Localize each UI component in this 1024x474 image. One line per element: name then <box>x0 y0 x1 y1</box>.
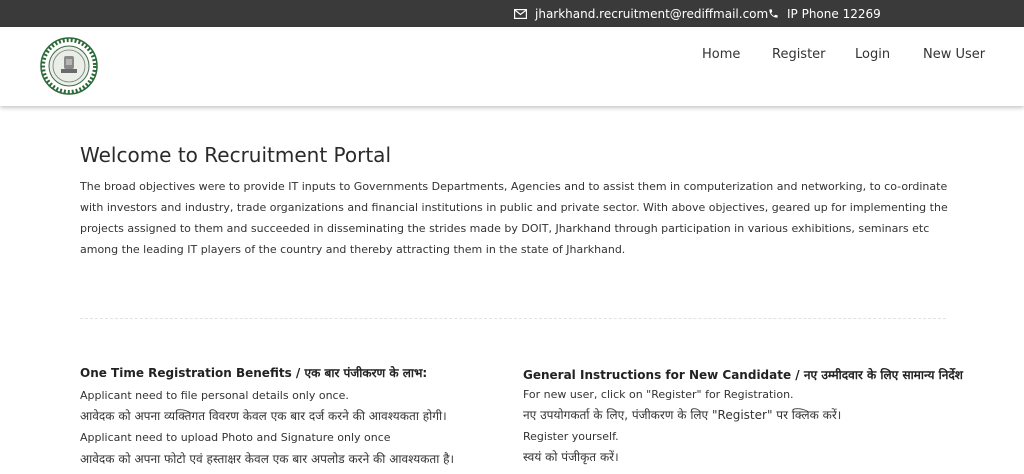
contact-phone-text: IP Phone 12269 <box>787 6 881 21</box>
government-emblem-logo[interactable] <box>40 37 98 95</box>
benefit-item: आवेदक को अपना व्यक्तिगत विवरण केवल एक बा… <box>80 409 447 423</box>
envelope-icon <box>514 8 527 19</box>
benefit-item: Applicant need to file personal details … <box>80 389 349 402</box>
nav-register-link[interactable]: Register <box>772 47 826 62</box>
nav-login-link[interactable]: Login <box>855 47 890 62</box>
instruction-item: नए उपयोगकर्ता के लिए, पंजीकरण के लिए "Re… <box>523 408 842 422</box>
instruction-item: स्वयं को पंजीकृत करें। <box>523 450 619 464</box>
contact-email[interactable]: jharkhand.recruitment@rediffmail.com <box>514 0 768 27</box>
instruction-item: For new user, click on "Register" for Re… <box>523 388 794 401</box>
contact-email-text: jharkhand.recruitment@rediffmail.com <box>535 6 769 21</box>
section-divider <box>80 318 946 319</box>
nav-new-user-link[interactable]: New User <box>923 47 985 62</box>
instructions-heading: General Instructions for New Candidate /… <box>523 368 963 382</box>
instruction-item: Register yourself. <box>523 430 619 443</box>
benefit-item: आवेदक को अपना फोटो एवं हस्ताक्षर केवल एक… <box>80 452 455 466</box>
intro-paragraph: The broad objectives were to provide IT … <box>80 180 948 256</box>
phone-icon <box>768 8 779 19</box>
nav-home-link[interactable]: Home <box>702 47 740 62</box>
page-title: Welcome to Recruitment Portal <box>80 143 391 167</box>
benefits-heading: One Time Registration Benefits / एक बार … <box>80 366 428 380</box>
site-header: Home Register Login New User <box>0 27 1024 106</box>
top-contact-bar: jharkhand.recruitment@rediffmail.com IP … <box>0 0 1024 27</box>
benefit-item: Applicant need to upload Photo and Signa… <box>80 431 391 444</box>
contact-phone: IP Phone 12269 <box>768 0 881 27</box>
